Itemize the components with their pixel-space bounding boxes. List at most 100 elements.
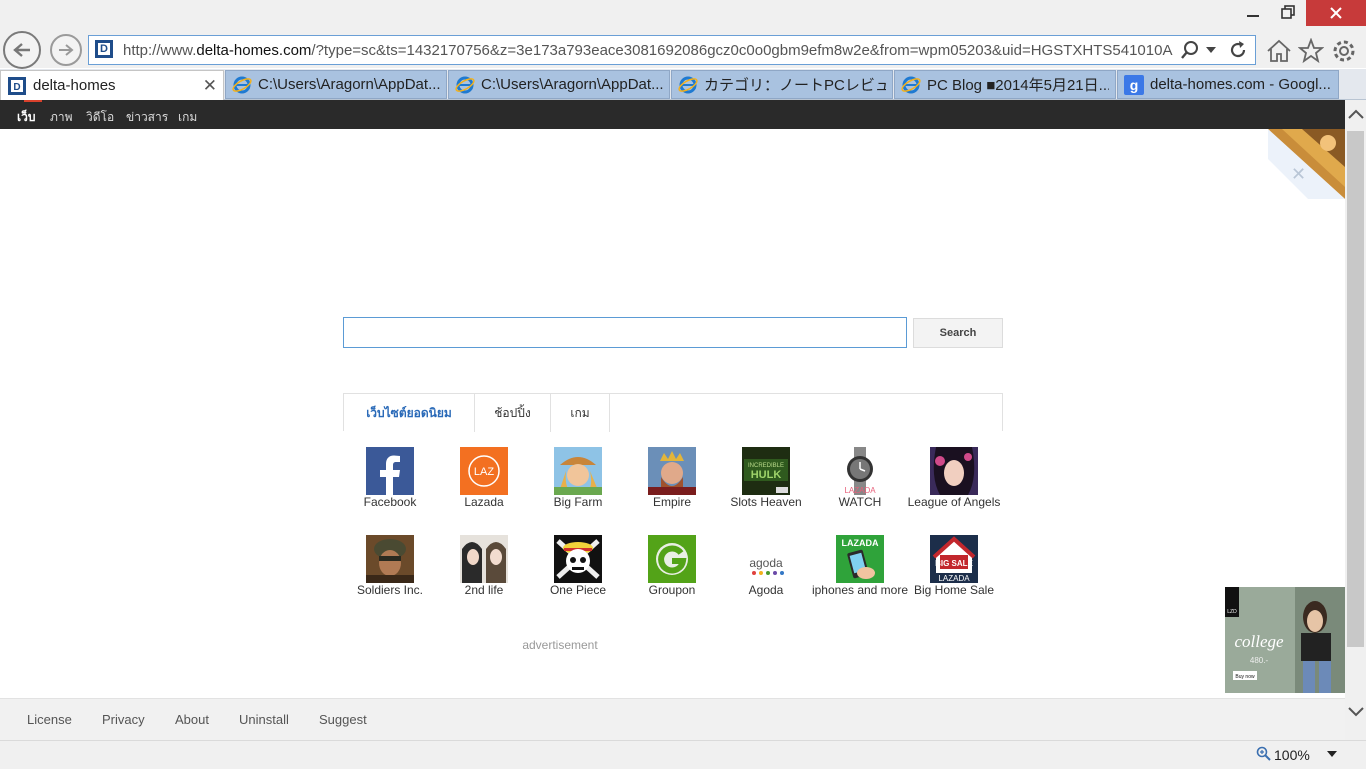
settings-button[interactable] (1329, 36, 1359, 66)
ie-icon (232, 75, 252, 95)
tile-label: Lazada (464, 495, 504, 509)
tab-games[interactable]: เกม (551, 394, 610, 432)
refresh-icon (1230, 41, 1246, 58)
one-piece-icon (554, 535, 602, 583)
star-icon (1298, 38, 1324, 64)
ie-icon (678, 75, 698, 95)
tile-one-piece[interactable]: One Piece (531, 535, 625, 615)
address-search-button[interactable] (1179, 39, 1201, 61)
corner-ad-close-icon[interactable]: ✕ (1291, 164, 1306, 185)
footer-about-link[interactable]: About (175, 712, 209, 727)
tab-pc-blog[interactable]: PC Blog ■2014年5月21日... (894, 70, 1116, 99)
footer-privacy-link[interactable]: Privacy (102, 712, 145, 727)
tab-google-search[interactable]: g delta-homes.com - Googl... (1117, 70, 1339, 99)
tile-label: Empire (652, 495, 691, 509)
footer-uninstall-link[interactable]: Uninstall (239, 712, 289, 727)
nav-games[interactable]: เกม (178, 108, 197, 127)
tile-lazada[interactable]: LAZ Lazada (437, 447, 531, 527)
tile-iphones-and-more[interactable]: LAZADA iphones and more (812, 535, 908, 615)
tab-appdata-1[interactable]: C:\Users\Aragorn\AppDat... (225, 70, 447, 99)
chevron-down-icon (1327, 751, 1337, 757)
tile-label: League of Angels (907, 495, 1001, 509)
chevron-up-icon (1347, 109, 1364, 119)
scroll-thumb[interactable] (1347, 131, 1364, 647)
tile-slots-heaven[interactable]: INCREDIBLE HULK Slots Heaven (719, 447, 813, 527)
scroll-down-button[interactable] (1345, 706, 1366, 730)
close-window-button[interactable] (1306, 0, 1366, 26)
google-icon: g (1124, 74, 1144, 95)
status-bar: 100% (0, 740, 1366, 769)
lazada-icon: LAZ (460, 447, 508, 495)
side-ad-price: 480.- (1250, 656, 1269, 665)
tile-empire[interactable]: Empire (625, 447, 719, 527)
scroll-up-button[interactable] (1345, 108, 1366, 132)
tile-label: WATCH (838, 495, 882, 509)
top-navigation: เว็บ ภาพ วิดีโอ ข่าวสาร เกม (0, 100, 1345, 129)
nav-videos[interactable]: วิดีโอ (86, 108, 114, 127)
tab-appdata-2[interactable]: C:\Users\Aragorn\AppDat... (448, 70, 670, 99)
nav-images[interactable]: ภาพ (50, 108, 73, 127)
tile-league-of-angels[interactable]: League of Angels (907, 447, 1001, 527)
tile-label: Big Farm (553, 495, 603, 509)
restore-button[interactable] (1270, 0, 1306, 24)
search-button[interactable]: Search (913, 318, 1003, 348)
nav-news[interactable]: ข่าวสาร (126, 108, 168, 127)
tile-label: Slots Heaven (730, 495, 802, 509)
url-text[interactable]: http://www.delta-homes.com/?type=sc&ts=1… (123, 42, 1173, 59)
nav-web[interactable]: เว็บ (17, 108, 35, 127)
zoom-dropdown-button[interactable] (1327, 749, 1337, 760)
tile-label: Agoda (748, 583, 784, 597)
tab-title: delta-homes (33, 77, 116, 94)
svg-text:LAZ: LAZ (474, 466, 494, 478)
search-input[interactable] (343, 317, 907, 348)
tab-delta-homes[interactable]: D delta-homes ✕ (0, 70, 224, 100)
footer-license-link[interactable]: License (27, 712, 72, 727)
tile-big-farm[interactable]: Big Farm (531, 447, 625, 527)
tab-notepc-review[interactable]: カテゴリ：ノートPCレビュー (671, 70, 893, 99)
zoom-icon[interactable] (1256, 746, 1272, 765)
watch-icon: LAZADA (836, 447, 884, 495)
tile-label: Groupon (648, 583, 696, 597)
footer-suggest-link[interactable]: Suggest (319, 712, 367, 727)
tile-facebook[interactable]: Facebook (343, 447, 437, 527)
tab-popular-sites[interactable]: เว็บไซต์ยอดนิยม (344, 394, 475, 432)
corner-ad[interactable] (1268, 129, 1345, 199)
vertical-scrollbar[interactable] (1345, 100, 1366, 740)
favorites-button[interactable] (1296, 36, 1326, 66)
soldiers-inc-icon (366, 535, 414, 583)
zoom-level[interactable]: 100% (1274, 747, 1310, 763)
forward-button[interactable] (50, 34, 82, 66)
tile-2nd-life[interactable]: 2nd life (437, 535, 531, 615)
content-tabs: เว็บไซต์ยอดนิยม ช้อปปิ้ง เกม (343, 393, 1003, 432)
tile-label: Facebook (363, 495, 417, 509)
refresh-button[interactable] (1227, 39, 1249, 61)
url-host: delta-homes.com (196, 42, 312, 59)
ie-icon (455, 75, 475, 95)
tab-shopping[interactable]: ช้อปปิ้ง (475, 394, 551, 432)
gear-icon (1333, 40, 1355, 62)
title-bar: D http://www.delta-homes.com/?type=sc&ts… (0, 0, 1366, 69)
tile-watch[interactable]: LAZADA WATCH (813, 447, 907, 527)
address-bar[interactable]: D http://www.delta-homes.com/?type=sc&ts… (88, 35, 1256, 65)
active-nav-indicator (24, 100, 42, 102)
lazada-logo-text: LAZADA (842, 538, 879, 548)
close-tab-icon[interactable]: ✕ (197, 76, 217, 96)
groupon-icon (648, 535, 696, 583)
tile-groupon[interactable]: Groupon (625, 535, 719, 615)
address-dropdown-button[interactable] (1203, 39, 1219, 61)
tab-strip: D delta-homes ✕ C:\Users\Aragorn\AppDat.… (0, 69, 1366, 168)
footer: License Privacy About Uninstall Suggest (0, 698, 1345, 741)
tile-label: 2nd life (464, 583, 504, 597)
delta-favicon-icon: D (95, 40, 113, 58)
back-button[interactable] (3, 31, 41, 69)
home-button[interactable] (1264, 36, 1294, 66)
minimize-icon (1247, 15, 1259, 17)
tile-soldiers-inc[interactable]: Soldiers Inc. (343, 535, 437, 615)
side-ad-banner[interactable]: LZD college 480.- Buy now (1225, 587, 1345, 693)
minimize-button[interactable] (1236, 0, 1270, 24)
svg-text:g: g (1130, 77, 1139, 93)
url-path: /?type=sc&ts=1432170756&z=3e173a793eace3… (311, 42, 1173, 59)
chevron-down-icon (1206, 47, 1216, 53)
tile-big-home-sale[interactable]: BIG SALE LAZADA Big Home Sale (907, 535, 1001, 615)
tile-agoda[interactable]: agoda Agoda (719, 535, 813, 615)
